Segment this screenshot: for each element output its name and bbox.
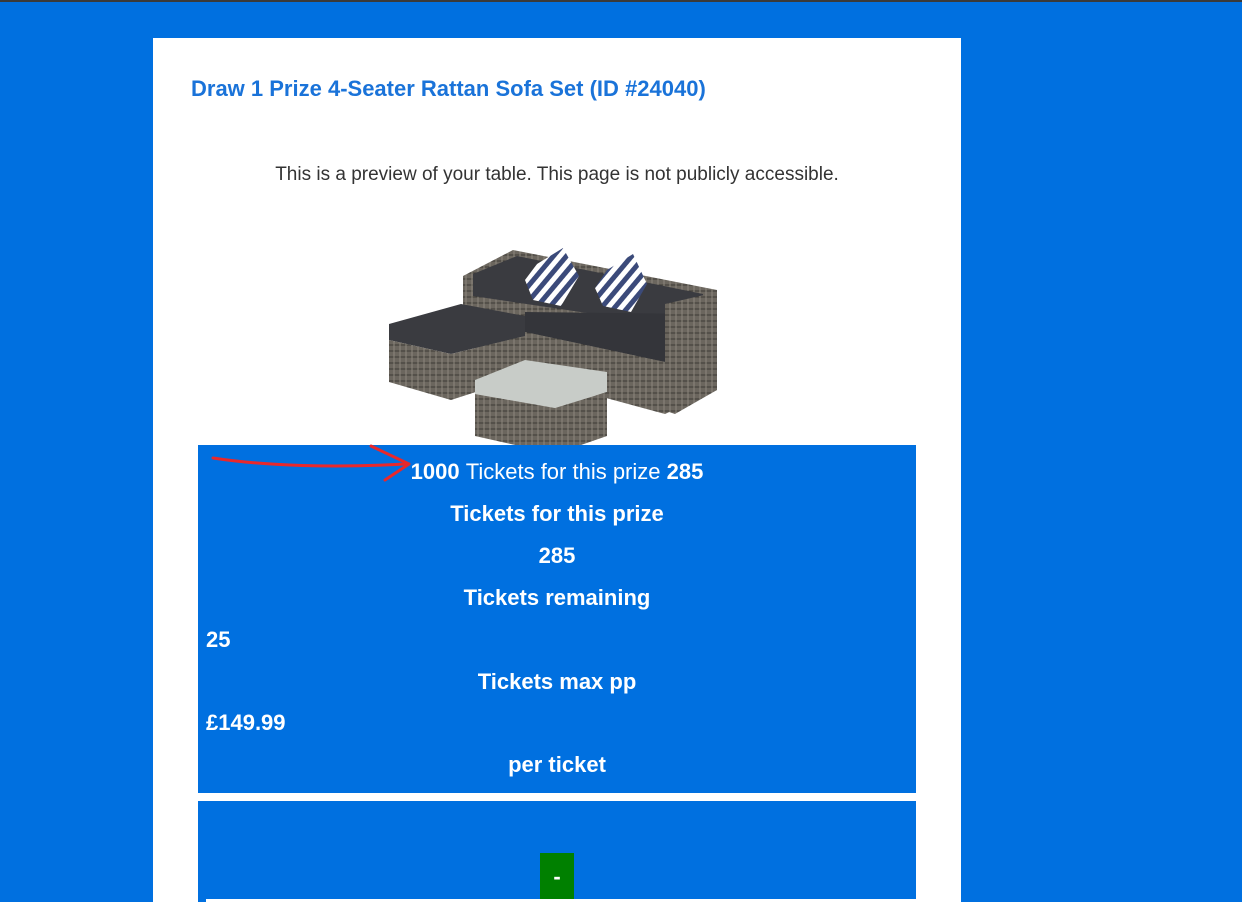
- preview-note: This is a preview of your table. This pa…: [275, 164, 839, 185]
- tickets-for-prize-label: Tickets for this prize: [450, 501, 664, 526]
- ticket-price-label: per ticket: [508, 752, 606, 777]
- ticket-summary-text: Tickets for this prize: [465, 459, 661, 484]
- max-per-person-value: 25: [206, 627, 231, 652]
- ticket-price-value: £149.99: [206, 710, 286, 735]
- max-per-person-label: Tickets max pp: [477, 669, 637, 694]
- ticket-action-panel: -: [198, 801, 916, 902]
- ticket-info-panel: 1000 Tickets for this prize 285 Tickets …: [198, 445, 916, 793]
- preview-card: Draw 1 Prize 4-Seater Rattan Sofa Set (I…: [153, 38, 961, 902]
- tickets-sold-value: 285: [538, 543, 576, 568]
- tickets-remaining-label: Tickets remaining: [463, 585, 651, 610]
- window-top-border: [0, 0, 1242, 2]
- ticket-total-value: 1000: [410, 459, 460, 484]
- ticket-summary-sold: 285: [666, 459, 704, 484]
- page-title: Draw 1 Prize 4-Seater Rattan Sofa Set (I…: [191, 76, 706, 101]
- decrement-button[interactable]: -: [540, 853, 574, 900]
- rattan-sofa-set-image: [389, 248, 717, 454]
- ticket-summary-line: 1000 Tickets for this prize 285: [198, 459, 916, 485]
